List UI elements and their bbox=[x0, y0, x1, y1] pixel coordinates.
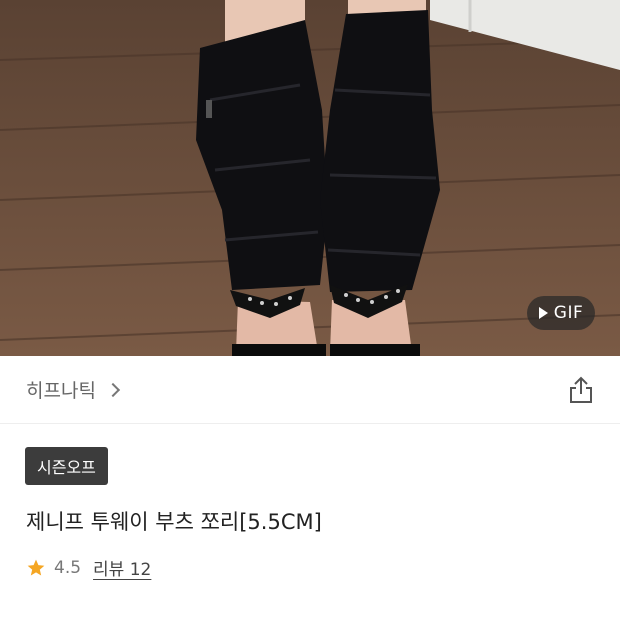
share-icon bbox=[570, 376, 592, 403]
star-icon bbox=[27, 559, 45, 575]
product-photo bbox=[0, 0, 620, 356]
gif-badge[interactable]: GIF bbox=[527, 296, 595, 330]
review-link[interactable]: 리뷰 12 bbox=[93, 555, 151, 580]
rating-row: 4.5 리뷰 12 bbox=[26, 555, 151, 580]
rating-score: 4.5 bbox=[54, 557, 82, 578]
gif-label: GIF bbox=[553, 303, 584, 323]
chevron-right-icon bbox=[105, 382, 120, 397]
product-image[interactable]: GIF bbox=[0, 0, 620, 356]
brand-link[interactable]: 히프나틱 bbox=[26, 376, 120, 403]
season-off-badge: 시즌오프 bbox=[25, 447, 108, 485]
play-icon bbox=[538, 307, 548, 319]
brand-name: 히프나틱 bbox=[26, 380, 96, 402]
share-button[interactable] bbox=[566, 375, 596, 405]
brand-row: 히프나틱 bbox=[0, 356, 620, 424]
product-title: 제니프 투웨이 부츠 쪼리[5.5CM] bbox=[26, 510, 322, 534]
